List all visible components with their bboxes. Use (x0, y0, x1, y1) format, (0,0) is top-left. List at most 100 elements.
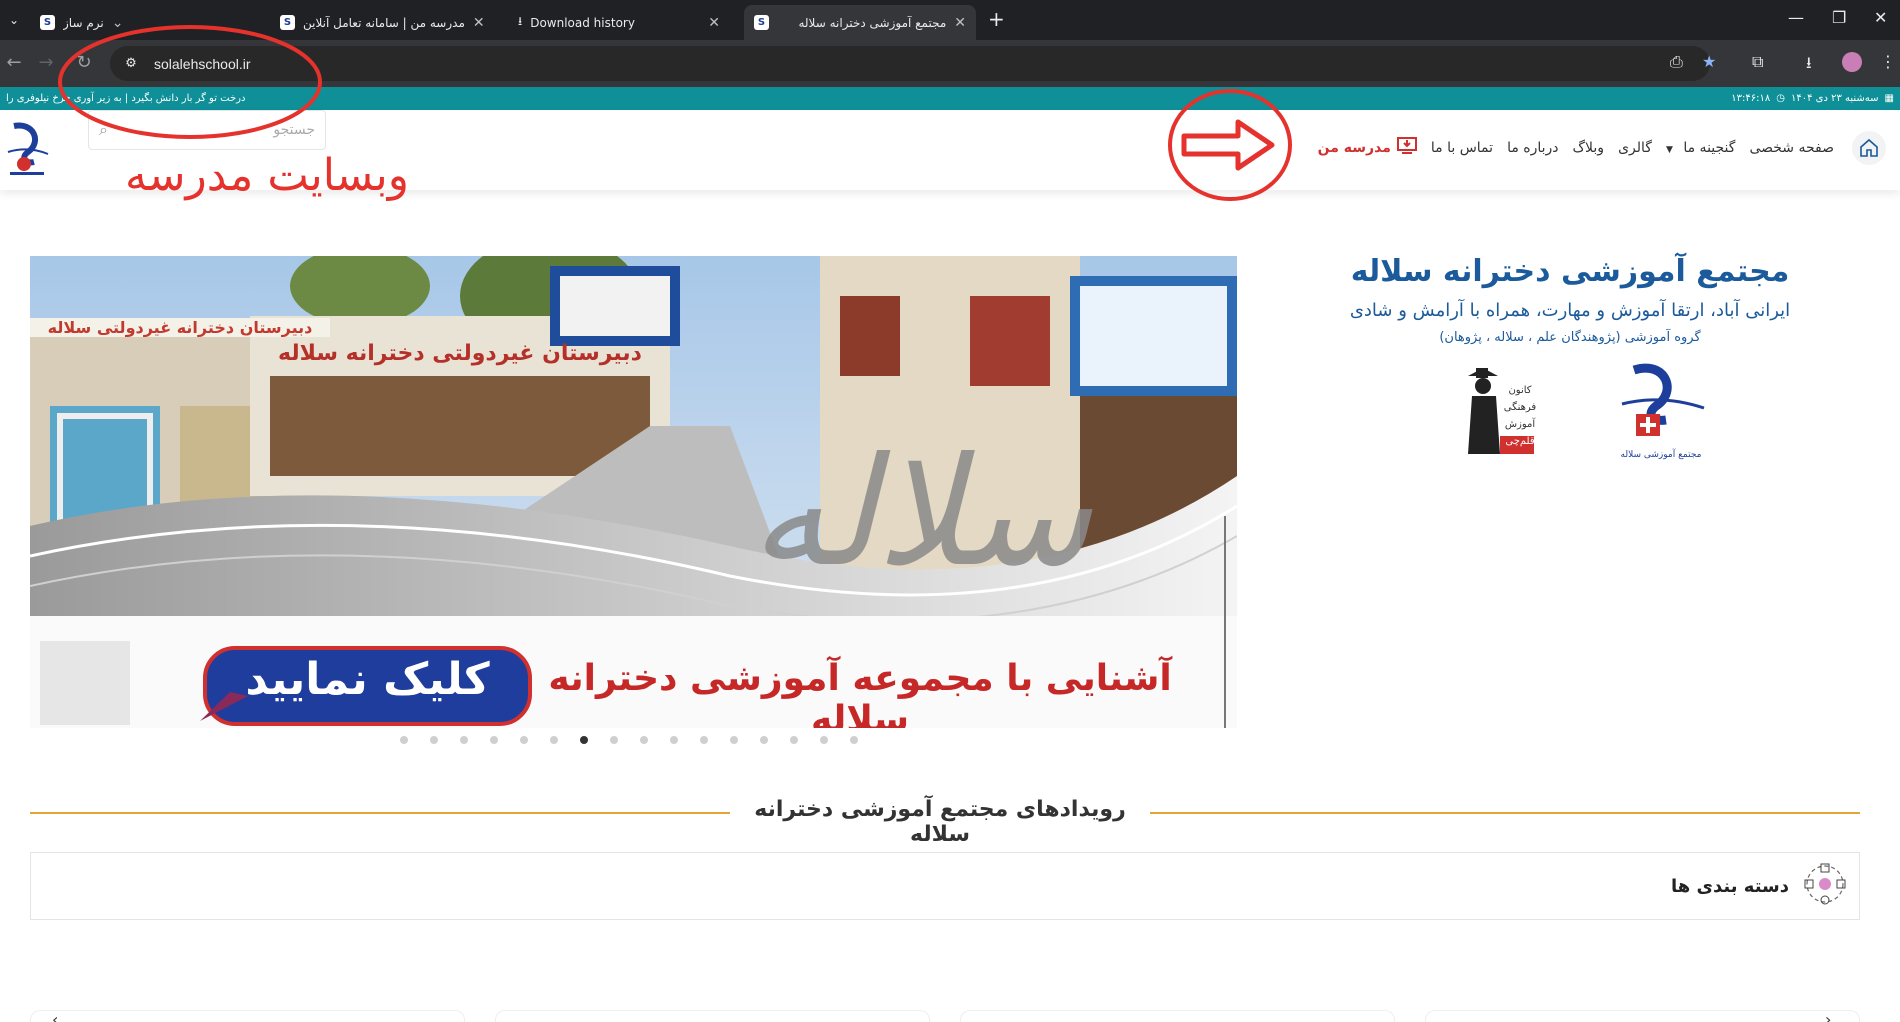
site-favicon: S (40, 15, 55, 30)
slider-dot[interactable] (670, 736, 678, 744)
close-icon[interactable]: ✕ (708, 15, 720, 31)
events-section-title: رویدادهای مجتمع آموزشی دخترانه سلاله (754, 797, 1126, 847)
profile-avatar[interactable] (1842, 52, 1862, 72)
browser-tab[interactable]: ⭳ Download history ✕ (508, 5, 738, 40)
page-root: ⌄ S نرم ساز ⌄ S مدرسه من | سامانه تعامل … (0, 0, 1900, 1022)
slider-dots (400, 736, 858, 744)
calendar-icon: ▦ (1884, 93, 1894, 104)
back-icon[interactable]: ← (2, 52, 26, 73)
annotation-label: وبسایت مدرسه (125, 150, 409, 201)
date-time: ▦ سه‌شنبه ۲۳ دی ۱۴۰۴ ◷ ۱۳:۴۶:۱۸ (1731, 93, 1894, 104)
search-icon[interactable]: ⌕ (99, 120, 108, 140)
nav-treasure[interactable]: گنجینه ما ▼ (1666, 140, 1735, 156)
slider-dot[interactable] (640, 736, 648, 744)
kanoon-logo[interactable]: کانون فرهنگی آموزش قلم‌چی (1466, 358, 1540, 462)
browser-tab-active[interactable]: S مجتمع آموزشی دخترانه سلاله ✕ (744, 5, 976, 40)
install-app-icon[interactable]: ⎙ (1670, 52, 1683, 72)
forward-icon[interactable]: → (34, 52, 58, 73)
nav-my-school[interactable]: مدرسه من (1318, 137, 1417, 159)
slider-dot[interactable] (850, 736, 858, 744)
slider-dot[interactable] (400, 736, 408, 744)
intro-subtitle: ایرانی آباد، ارتقا آموزش و مهارت، همراه … (1349, 300, 1791, 321)
nav-contact[interactable]: تماس با ما (1431, 140, 1493, 156)
nav-treasure-label: گنجینه ما (1683, 140, 1736, 156)
carousel-next-icon[interactable]: › (1825, 1010, 1831, 1022)
chevron-down-icon[interactable]: ⌄ (112, 15, 124, 31)
categories-panel[interactable]: دسته بندی ها (30, 852, 1860, 920)
slider-dot[interactable] (610, 736, 618, 744)
banner-caption: آشنایی با مجموعه آموزشی دخترانه سلاله (548, 658, 1172, 728)
banner-big-word: سلاله (750, 426, 1092, 600)
event-card[interactable] (30, 1010, 465, 1022)
site-favicon: S (280, 15, 295, 30)
tab-search-button[interactable]: ⌄ (4, 10, 24, 30)
categories-label: دسته بندی ها (1671, 875, 1789, 897)
slider-dot[interactable] (490, 736, 498, 744)
time-text: ۱۳:۴۶:۱۸ (1731, 93, 1771, 104)
kanoon-line: قلم‌چی (1505, 436, 1535, 447)
kanoon-line: آموزش (1504, 419, 1536, 430)
address-bar[interactable]: ⚙ solalehschool.ir (110, 46, 1710, 81)
search-box[interactable]: ⌕ (88, 110, 326, 150)
home-icon[interactable] (1852, 131, 1886, 165)
solaleh-logo[interactable]: مجتمع آموزشی سلاله (1616, 362, 1706, 462)
solaleh-logo-text: مجتمع آموزشی سلاله (1620, 450, 1702, 460)
nav-home[interactable]: صفحه شخصی (1749, 140, 1834, 156)
categories-icon (1803, 862, 1847, 910)
search-input[interactable] (125, 122, 315, 138)
slider-dot[interactable] (730, 736, 738, 744)
banner-sign-front: دبیرستان غیردولتی دخترانه سلاله (278, 341, 642, 366)
slider-dot[interactable] (550, 736, 558, 744)
section-divider-right (1150, 812, 1860, 814)
site-logo[interactable] (4, 122, 50, 178)
intro-title: مجتمع آموزشی دخترانه سلاله (1350, 254, 1790, 289)
event-card[interactable] (495, 1010, 930, 1022)
slider-dot[interactable] (700, 736, 708, 744)
url-text[interactable]: solalehschool.ir (154, 56, 251, 72)
bookmark-star-icon[interactable]: ★ (1702, 52, 1716, 71)
tab-title: مجتمع آموزشی دخترانه سلاله (798, 15, 947, 30)
site-favicon: S (754, 15, 769, 30)
slider-dot[interactable] (820, 736, 828, 744)
close-icon[interactable]: ✕ (954, 15, 966, 31)
slider-dot[interactable] (460, 736, 468, 744)
new-tab-button[interactable]: + (988, 7, 1005, 31)
browser-tab[interactable]: S مدرسه من | سامانه تعامل آنلاین ✕ (270, 5, 495, 40)
browser-tab-strip: ⌄ S نرم ساز ⌄ S مدرسه من | سامانه تعامل … (0, 0, 1900, 40)
downloads-icon[interactable]: ⭳ (1806, 52, 1812, 79)
nav-my-school-label: مدرسه من (1317, 140, 1391, 156)
close-window-icon[interactable]: ✕ (1874, 8, 1887, 27)
slider-dot[interactable] (580, 736, 588, 744)
intro-group: گروه آموزشی (پژوهندگان علم ، سلاله ، پژو… (1439, 330, 1701, 345)
banner-sign-text: دبیرستان دخترانه غیردولتی سلاله (30, 318, 330, 337)
banner-cta-button[interactable]: کلیک نمایید (205, 654, 530, 705)
nav-blog[interactable]: وبلاگ (1573, 140, 1605, 156)
site-settings-icon[interactable]: ⚙ (120, 56, 142, 71)
restore-icon[interactable]: ❐ (1832, 8, 1846, 27)
poem-text: درخت تو گر بار دانش بگیرد | به زیر آوری … (6, 93, 246, 104)
caret-down-icon: ▼ (1665, 145, 1673, 155)
slider-dot[interactable] (520, 736, 528, 744)
slider-dot[interactable] (430, 736, 438, 744)
event-card[interactable] (1425, 1010, 1860, 1022)
menu-kebab-icon[interactable]: ⋮ (1880, 52, 1896, 71)
download-icon: ⭳ (518, 14, 523, 28)
browser-tab[interactable]: S نرم ساز ⌄ (30, 5, 265, 40)
nav-gallery[interactable]: گالری (1618, 140, 1652, 156)
slider-dot[interactable] (760, 736, 768, 744)
tab-title: مدرسه من | سامانه تعامل آنلاین (303, 15, 465, 30)
reload-icon[interactable]: ↻ (72, 52, 96, 73)
hero-slider[interactable]: سلاله دبیرستان دخترانه غیردولتی سلاله دب… (30, 256, 1237, 728)
clock-icon: ◷ (1776, 93, 1785, 104)
close-icon[interactable]: ✕ (473, 15, 485, 31)
extensions-icon[interactable]: ⧉ (1752, 52, 1763, 72)
site-top-bar: درخت تو گر بار دانش بگیرد | به زیر آوری … (0, 87, 1900, 110)
kanoon-line: کانون (1508, 385, 1532, 396)
section-divider-left (30, 812, 730, 814)
event-card[interactable] (960, 1010, 1395, 1022)
date-text: سه‌شنبه ۲۳ دی ۱۴۰۴ (1790, 93, 1879, 104)
slider-dot[interactable] (790, 736, 798, 744)
nav-about[interactable]: درباره ما (1507, 140, 1558, 156)
minimize-icon[interactable]: — (1788, 8, 1804, 27)
school-screen-icon (1396, 137, 1417, 159)
